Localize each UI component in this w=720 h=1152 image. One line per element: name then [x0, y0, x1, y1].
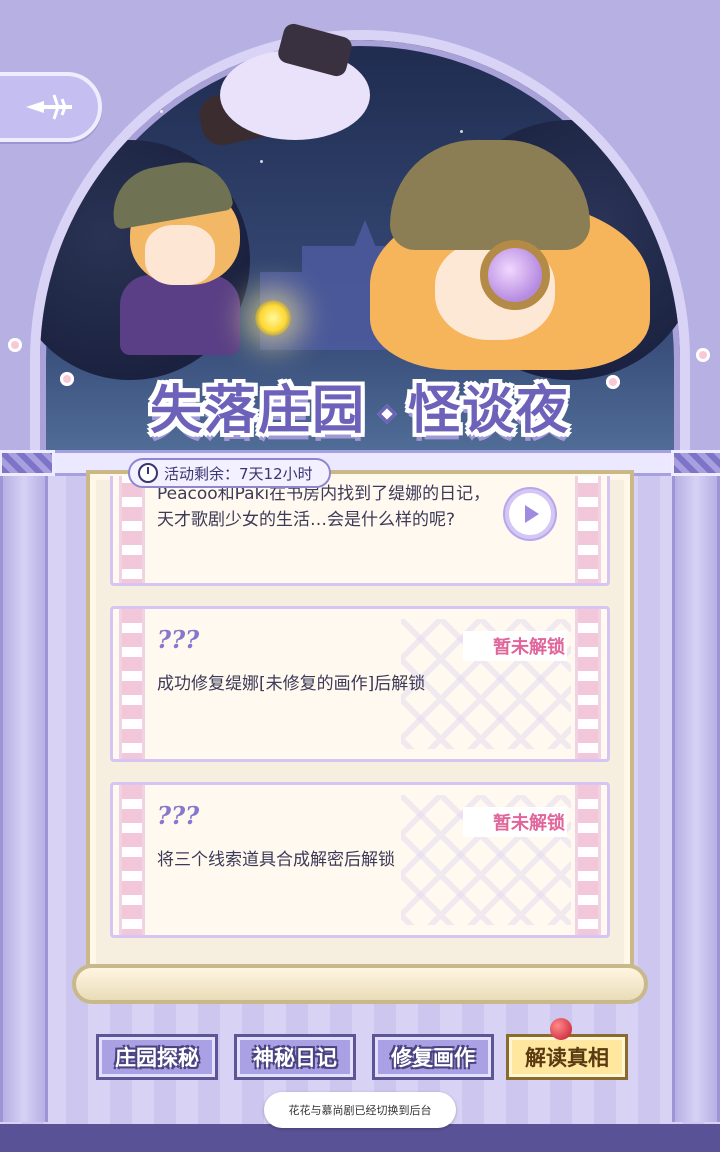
toast-message: 花花与慕尚剧已经切换到后台	[264, 1092, 456, 1128]
flower-decoration	[696, 348, 710, 362]
locked-badge: 暂未解锁	[463, 631, 567, 661]
timer-text: 活动剩余：7天12小时	[164, 464, 313, 483]
event-title: 失落庄园 怪谈夜	[0, 368, 720, 455]
tab-label: 庄园探秘	[115, 1046, 199, 1070]
clock-icon	[138, 463, 158, 483]
back-button[interactable]	[0, 72, 102, 142]
magnifying-glass-icon	[480, 240, 550, 310]
play-icon	[525, 505, 539, 523]
tab-mystery-diary[interactable]: 神秘日记	[234, 1034, 356, 1080]
flower-decoration	[8, 338, 22, 352]
tab-repair-painting[interactable]: 修复画作	[372, 1034, 494, 1080]
scroll-roll	[72, 964, 648, 1004]
diary-entry-text: Peacoo和Paki在书房内找到了缇娜的日记，天才歌剧少女的生活…会是什么样的…	[157, 484, 491, 530]
hero-banner: 失落庄园 怪谈夜	[0, 0, 720, 455]
tab-decode-truth[interactable]: 解读真相	[506, 1034, 628, 1080]
bottom-strip	[0, 1124, 720, 1152]
diary-list[interactable]: Peacoo和Paki在书房内找到了缇娜的日记，天才歌剧少女的生活…会是什么样的…	[110, 476, 610, 956]
lantern-glow	[255, 300, 291, 336]
tab-manor-explore[interactable]: 庄园探秘	[96, 1034, 218, 1080]
diamond-separator-icon	[377, 404, 397, 424]
tab-label: 解读真相	[525, 1046, 609, 1070]
pushpin-icon	[550, 1018, 572, 1040]
play-button[interactable]	[505, 489, 555, 539]
diary-entry-locked[interactable]: ??? 暂未解锁 成功修复缇娜[未修复的画作]后解锁	[110, 606, 610, 762]
pillar-left	[0, 450, 55, 1122]
tab-label: 神秘日记	[253, 1046, 337, 1070]
diary-entry-title: ???	[157, 801, 200, 830]
locked-badge: 暂未解锁	[463, 807, 567, 837]
detective-boy-illustration	[106, 154, 250, 355]
tab-label: 修复画作	[391, 1046, 475, 1070]
bottom-tab-bar: 庄园探秘 神秘日记 修复画作 解读真相	[48, 1018, 672, 1092]
event-timer: 活动剩余：7天12小时	[128, 458, 331, 488]
pillar-right	[671, 450, 720, 1122]
unlock-condition: 成功修复缇娜[未修复的画作]后解锁	[157, 674, 426, 694]
event-title-part1: 失落庄园	[149, 381, 366, 441]
diary-entry-title: ???	[157, 625, 200, 654]
diary-entry-unlocked[interactable]: Peacoo和Paki在书房内找到了缇娜的日记，天才歌剧少女的生活…会是什么样的…	[110, 476, 610, 586]
unlock-condition: 将三个线索道具合成解密后解锁	[157, 850, 395, 870]
diary-entry-locked[interactable]: ??? 暂未解锁 将三个线索道具合成解密后解锁	[110, 782, 610, 938]
compass-arrow-icon	[26, 94, 72, 120]
event-title-part2: 怪谈夜	[408, 381, 571, 441]
toast-text: 花花与慕尚剧已经切换到后台	[288, 1104, 432, 1117]
